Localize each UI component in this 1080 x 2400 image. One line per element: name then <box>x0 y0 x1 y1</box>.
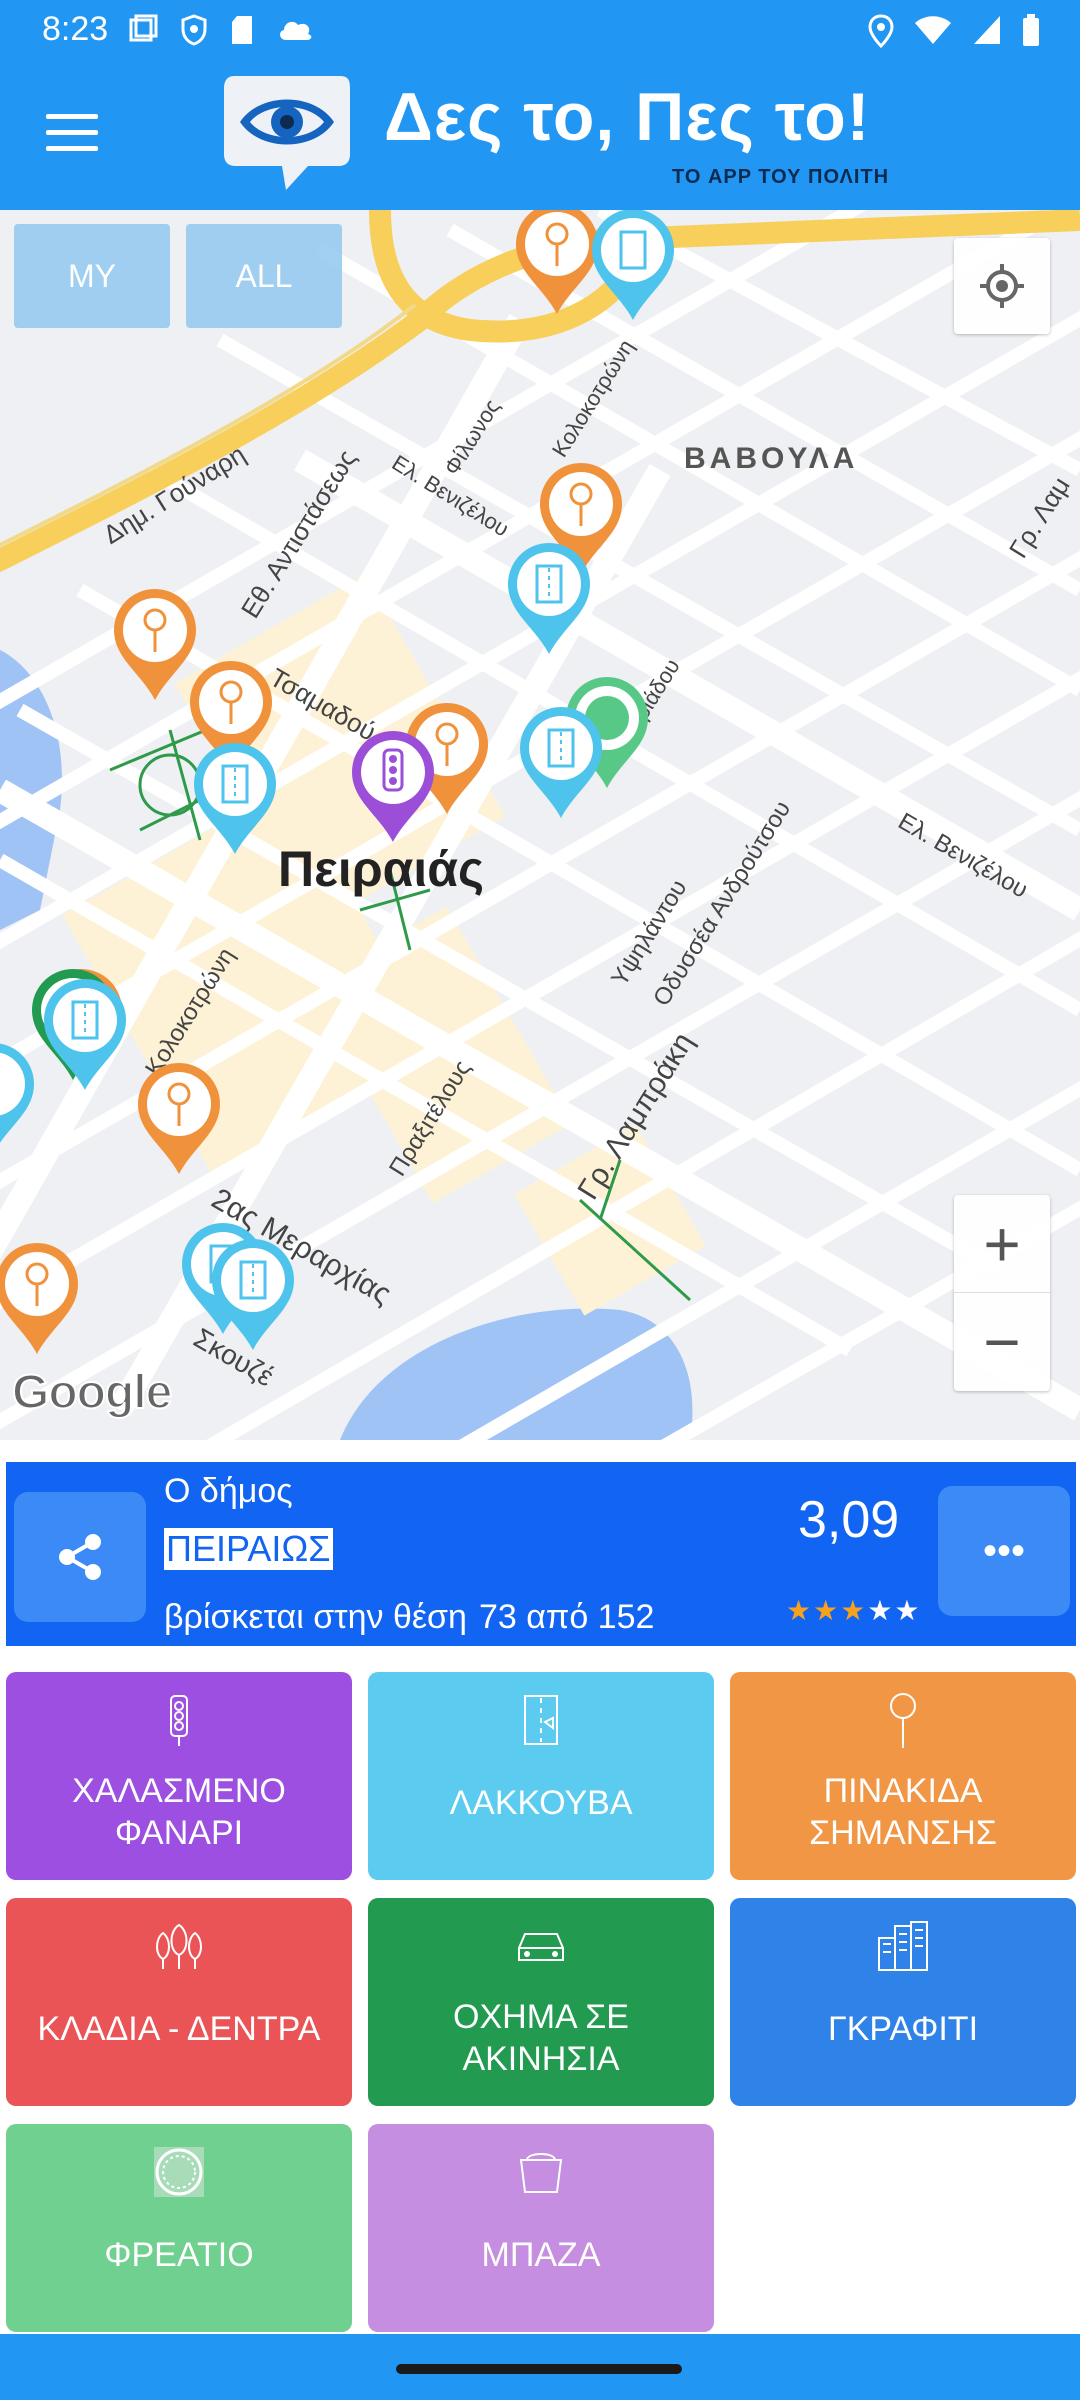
star-icon: ★★★ <box>786 1595 868 1626</box>
filter-all-button[interactable]: ALL <box>186 224 342 328</box>
status-time: 8:23 <box>42 10 109 48</box>
category-label: ΧΑΛΑΣΜΕΝΟ ΦΑΝΑΡΙ <box>72 1772 286 1852</box>
eye-logo-icon <box>224 76 350 190</box>
category-label: ΜΠΑΖΑ <box>481 2236 601 2274</box>
buildings-icon <box>878 1921 928 1971</box>
my-location-button[interactable] <box>954 238 1050 334</box>
category-label: ΛΑΚΚΟΥΒΑ <box>449 1784 633 1822</box>
ranking-label: βρίσκεται στην θέση <box>164 1598 467 1636</box>
category-label: ΦΡΕΑΤΙΟ <box>104 2236 254 2274</box>
filter-my-button[interactable]: MY <box>14 224 170 328</box>
category-road-sign[interactable]: ΠΙΝΑΚΙΔΑ ΣΗΜΑΝΣΗΣ <box>730 1672 1076 1880</box>
category-label: ΟΧΗΜΑ ΣΕ ΑΚΙΝΗΣΙΑ <box>453 1998 629 2078</box>
share-icon <box>59 1534 101 1580</box>
pothole-pin[interactable] <box>588 210 678 324</box>
pothole-pin[interactable] <box>516 704 606 822</box>
share-button[interactable] <box>14 1492 146 1622</box>
district-label: ΒΑΒΟΥΛΑ <box>684 442 859 475</box>
menu-icon <box>46 114 98 119</box>
category-manhole[interactable]: ΦΡΕΑΤΙΟ <box>6 2124 352 2332</box>
category-trees[interactable]: ΚΛΑΔΙΑ - ΔΕΝΤΡΑ <box>6 1898 352 2106</box>
navigation-bar <box>0 2334 1080 2400</box>
pothole-pin[interactable] <box>208 1236 298 1354</box>
pothole-pin[interactable] <box>504 540 594 658</box>
pothole-pin[interactable] <box>190 740 280 858</box>
wifi-icon <box>915 16 951 44</box>
crosshair-icon <box>980 264 1024 308</box>
pothole-icon <box>524 1695 558 1745</box>
more-button[interactable]: ••• <box>938 1486 1070 1616</box>
traffic-light-pin[interactable] <box>348 728 438 846</box>
category-pothole[interactable]: ΛΑΚΚΟΥΒΑ <box>368 1672 714 1880</box>
status-bar: 8:23 <box>0 0 1080 62</box>
ranking-text: βρίσκεται στην θέση 73 από 152 <box>164 1598 654 1637</box>
category-label: ΚΛΑΔΙΑ - ΔΕΝΤΡΑ <box>37 2010 321 2048</box>
sign-pin[interactable] <box>134 1060 224 1178</box>
google-logo: Google <box>11 1365 173 1420</box>
signal-icon <box>974 16 1000 44</box>
app-tagline: ΤΟ APP ΤΟΥ ΠΟΛΙΤΗ <box>672 166 890 188</box>
category-label: ΓΚΡΑΦΙΤΙ <box>827 2010 979 2048</box>
manhole-icon <box>154 2147 204 2197</box>
sign-pin[interactable] <box>0 1240 82 1358</box>
sd-card-icon <box>232 16 252 44</box>
category-graffiti[interactable]: ΓΚΡΑΦΙΤΙ <box>730 1898 1076 2106</box>
menu-icon-bar <box>46 130 98 135</box>
battery-icon <box>1023 14 1039 46</box>
zoom-out-button[interactable]: − <box>954 1293 1050 1391</box>
category-traffic-light[interactable]: ΧΑΛΑΣΜΕΝΟ ΦΑΝΑΡΙ <box>6 1672 352 1880</box>
pothole-pin[interactable] <box>0 1040 38 1158</box>
traffic-light-icon <box>170 1695 188 1746</box>
status-system-icons <box>868 14 1040 48</box>
rating-score: 3,09 <box>798 1491 900 1549</box>
rating-stars: ★★★★★ <box>786 1594 922 1627</box>
map-view[interactable]: Δημ. Γούναρη Εθ. Αντιστάσεως Ελ. Βενιζέλ… <box>0 210 1080 1440</box>
cloud-icon <box>280 21 312 40</box>
menu-button[interactable] <box>46 114 98 154</box>
star-icon: ★★ <box>867 1595 922 1626</box>
home-gesture-handle[interactable] <box>396 2364 682 2374</box>
location-icon <box>868 14 894 48</box>
status-notification-icons <box>128 14 314 46</box>
municipality-prefix: Ο δήμος <box>164 1472 293 1510</box>
car-icon <box>518 1933 564 1961</box>
app-brand-title: Δες το, Πες το! <box>384 79 871 155</box>
pothole-pin[interactable] <box>40 976 130 1094</box>
category-label: ΠΙΝΑΚΙΔΑ ΣΗΜΑΝΣΗΣ <box>809 1772 997 1852</box>
municipality-info-bar: Ο δήμος ΠΕΙΡΑΙΩΣ βρίσκεται στην θέση 73 α… <box>6 1462 1076 1646</box>
trees-icon <box>156 1923 202 1969</box>
zoom-in-button[interactable]: + <box>954 1195 1050 1293</box>
category-abandoned-vehicle[interactable]: ΟΧΗΜΑ ΣΕ ΑΚΙΝΗΣΙΑ <box>368 1898 714 2106</box>
menu-icon-bar <box>46 146 98 151</box>
screenshot-icon <box>129 14 158 42</box>
road-sign-icon <box>890 1693 916 1748</box>
municipality-name: ΠΕΙΡΑΙΩΣ <box>164 1528 333 1570</box>
city-label: Πειραιάς <box>278 841 485 897</box>
ranking-position: 73 από 152 <box>478 1598 655 1636</box>
category-debris[interactable]: ΜΠΑΖΑ <box>368 2124 714 2332</box>
app-header: Δες το, Πες το! ΤΟ APP ΤΟΥ ΠΟΛΙΤΗ <box>0 62 1080 210</box>
debris-bin-icon <box>519 2153 563 2193</box>
zoom-controls: + − <box>954 1195 1050 1391</box>
shield-icon <box>181 14 207 46</box>
